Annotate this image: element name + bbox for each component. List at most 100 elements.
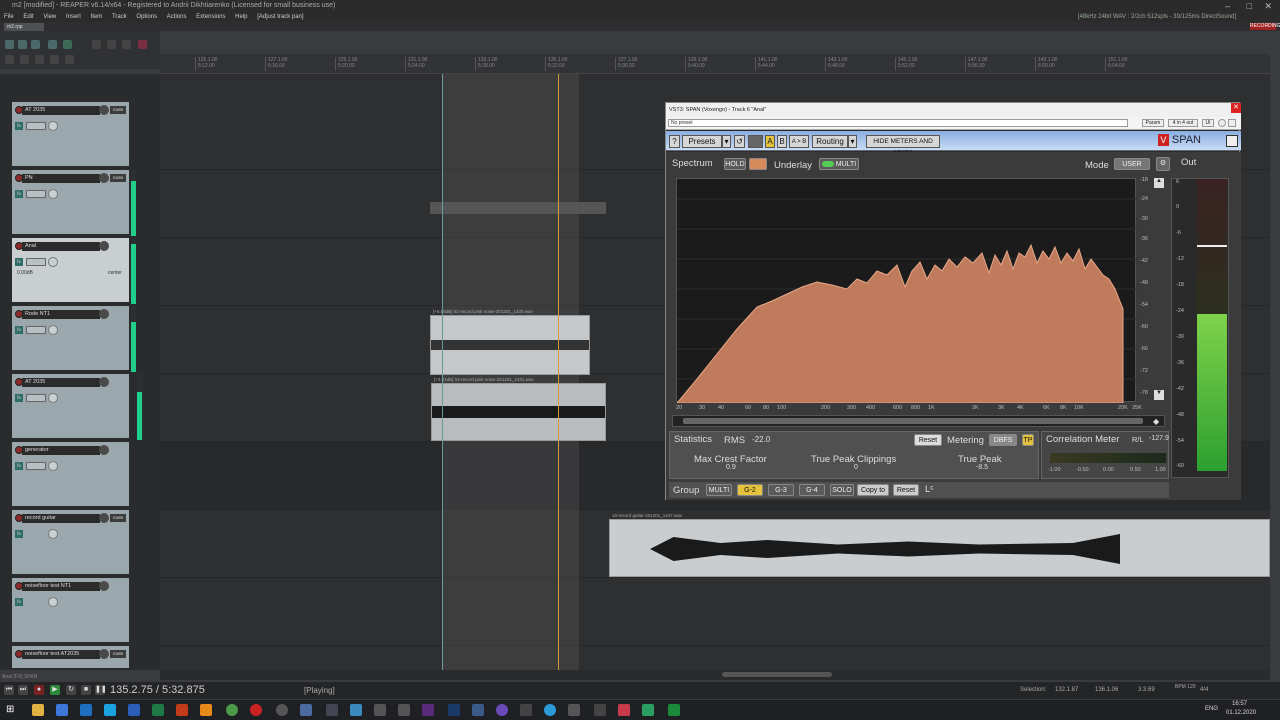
multi-button[interactable]: MULTI (819, 158, 859, 170)
routing-button[interactable]: Routing (812, 135, 848, 148)
track-name[interactable]: PN (22, 174, 100, 183)
io-button[interactable] (26, 190, 46, 198)
menu-icon[interactable] (1226, 135, 1238, 147)
menu-extensions[interactable]: Extensions (196, 14, 225, 20)
track-name[interactable]: noisefloor test AT2035 (22, 650, 100, 659)
io-button[interactable] (26, 394, 46, 402)
snap-icon[interactable] (18, 40, 27, 49)
telegram-icon[interactable] (544, 704, 556, 716)
track-name[interactable]: noisefloor test NT1 (22, 582, 100, 591)
track-anal[interactable]: Anal fx 0.00dB center (12, 238, 129, 304)
clock-date[interactable]: 01.12.2020 (1226, 710, 1256, 716)
menu-track[interactable]: Track (112, 14, 127, 20)
timeline-ruler[interactable]: 125.1.00 5:12.00 127.1.00 5:16.00 129.1.00… (160, 54, 1270, 74)
ripple-icon[interactable] (31, 40, 40, 49)
pan-knob[interactable] (48, 597, 58, 607)
correlation-mode[interactable]: R/L (1132, 435, 1144, 444)
clock-time[interactable]: 16:57 (1232, 701, 1247, 707)
volume-knob[interactable] (99, 513, 109, 523)
volume-knob[interactable] (99, 649, 109, 659)
minimize-button[interactable]: – (1225, 0, 1230, 12)
app-icon[interactable] (594, 704, 606, 716)
excel-icon[interactable] (152, 704, 164, 716)
photoshop-icon[interactable] (448, 704, 460, 716)
span-plugin-window[interactable]: VST3: SPAN (Voxengo) - Track 6 "Anal" ✕ … (665, 102, 1241, 500)
spectrum-color-swatch[interactable] (749, 158, 767, 170)
track-name[interactable]: Rode NT1 (22, 310, 100, 319)
envelope-mode-icon[interactable] (50, 55, 59, 64)
hold-button[interactable]: HOLD (724, 158, 746, 170)
route-button[interactable]: route (110, 174, 126, 182)
selection-end[interactable]: 136.1.06 (1095, 687, 1118, 693)
mixer-icon[interactable] (20, 55, 29, 64)
media-item[interactable] (430, 202, 606, 214)
undo-icon[interactable]: ↺ (734, 135, 745, 148)
track-generator[interactable]: generator fx (12, 442, 129, 508)
track-name[interactable]: AT 2035 (22, 378, 100, 387)
chevron-down-icon[interactable]: ▾ (848, 135, 857, 148)
app-icon[interactable] (374, 704, 386, 716)
io-button[interactable] (26, 122, 46, 130)
pan-knob[interactable] (48, 393, 58, 403)
play-icon[interactable]: ▶ (50, 685, 60, 695)
fx-button[interactable]: fx (15, 462, 23, 470)
presets-button[interactable]: Presets (682, 135, 722, 148)
stats-reset-button[interactable]: Reset (914, 434, 942, 446)
media-item-pink1[interactable]: [+5.58dB] 02-record pink noise-201201_14… (430, 309, 590, 375)
master-icon[interactable] (35, 55, 44, 64)
project-tab[interactable]: m2.rpp (4, 23, 44, 31)
help-button[interactable]: ? (669, 135, 680, 148)
add-track-icon[interactable] (5, 55, 14, 64)
scale-up-icon[interactable]: ▲ (1154, 178, 1164, 188)
app-icon[interactable] (568, 704, 580, 716)
frequency-scrollbar[interactable]: ◆ (672, 415, 1165, 427)
volume-knob[interactable] (99, 105, 109, 115)
chevron-down-icon[interactable]: ▾ (722, 135, 731, 148)
edge-icon[interactable] (56, 704, 68, 716)
track-pn[interactable]: PN route fx (12, 170, 129, 236)
record-icon[interactable]: ● (34, 685, 44, 695)
language-indicator[interactable]: ENG (1205, 706, 1218, 712)
route-button[interactable]: route (110, 106, 126, 114)
app-icon[interactable] (276, 704, 288, 716)
menu-help[interactable]: Help (235, 14, 247, 20)
group-3-button[interactable]: G-3 (768, 484, 794, 496)
track-name[interactable]: generator (22, 446, 100, 455)
file-explorer-icon[interactable] (32, 704, 44, 716)
gear-icon[interactable]: ⚙ (1156, 157, 1170, 171)
io-button[interactable] (26, 326, 46, 334)
auto-crossfade-icon[interactable] (63, 40, 72, 49)
volume-knob[interactable] (99, 377, 109, 387)
app-icon[interactable] (668, 704, 680, 716)
opera-icon[interactable] (250, 704, 262, 716)
io-button[interactable]: 4 in 4 out (1168, 119, 1198, 127)
time-signature[interactable]: 4/4 (1200, 687, 1208, 693)
track-at2035-2[interactable]: AT 2035 fx (12, 374, 129, 440)
envelope-icon[interactable] (122, 40, 131, 49)
fx-button[interactable]: fx (15, 326, 23, 334)
hide-meters-button[interactable]: HIDE METERS AND STATS (866, 135, 940, 157)
volume-knob[interactable] (99, 173, 109, 183)
track-noisefloor-at2035[interactable]: noisefloor test AT2035 route (12, 646, 129, 670)
reaper-icon[interactable] (300, 704, 312, 716)
copy-to-button[interactable]: Copy to (857, 484, 889, 496)
plugin-title-bar[interactable]: VST3: SPAN (Voxengo) - Track 6 "Anal" ✕ (666, 103, 1241, 117)
menu-actions[interactable]: Actions (167, 14, 187, 20)
track-at2035[interactable]: AT 2035 route fx (12, 102, 129, 168)
volume-knob[interactable] (99, 581, 109, 591)
app-icon[interactable] (520, 704, 532, 716)
bpm-display[interactable]: BPM 120 (1175, 684, 1196, 690)
selection-length[interactable]: 3.3.69 (1138, 687, 1155, 693)
pause-icon[interactable]: ❚❚ (95, 685, 107, 695)
zoom-icon[interactable]: ◆ (1153, 417, 1163, 426)
preset-select[interactable]: No preset (668, 119, 1128, 127)
io-button[interactable] (26, 462, 46, 470)
scale-down-icon[interactable]: ▼ (1154, 390, 1164, 400)
repeat-icon[interactable]: ↻ (66, 685, 76, 695)
close-window-button[interactable]: ✕ (1264, 0, 1272, 12)
track-name[interactable]: record guitar (22, 514, 100, 523)
group-2-button[interactable]: G-2 (737, 484, 763, 496)
menu-file[interactable]: File (4, 14, 14, 20)
track-filter-icon[interactable] (65, 55, 74, 64)
grid-icon[interactable] (5, 40, 14, 49)
